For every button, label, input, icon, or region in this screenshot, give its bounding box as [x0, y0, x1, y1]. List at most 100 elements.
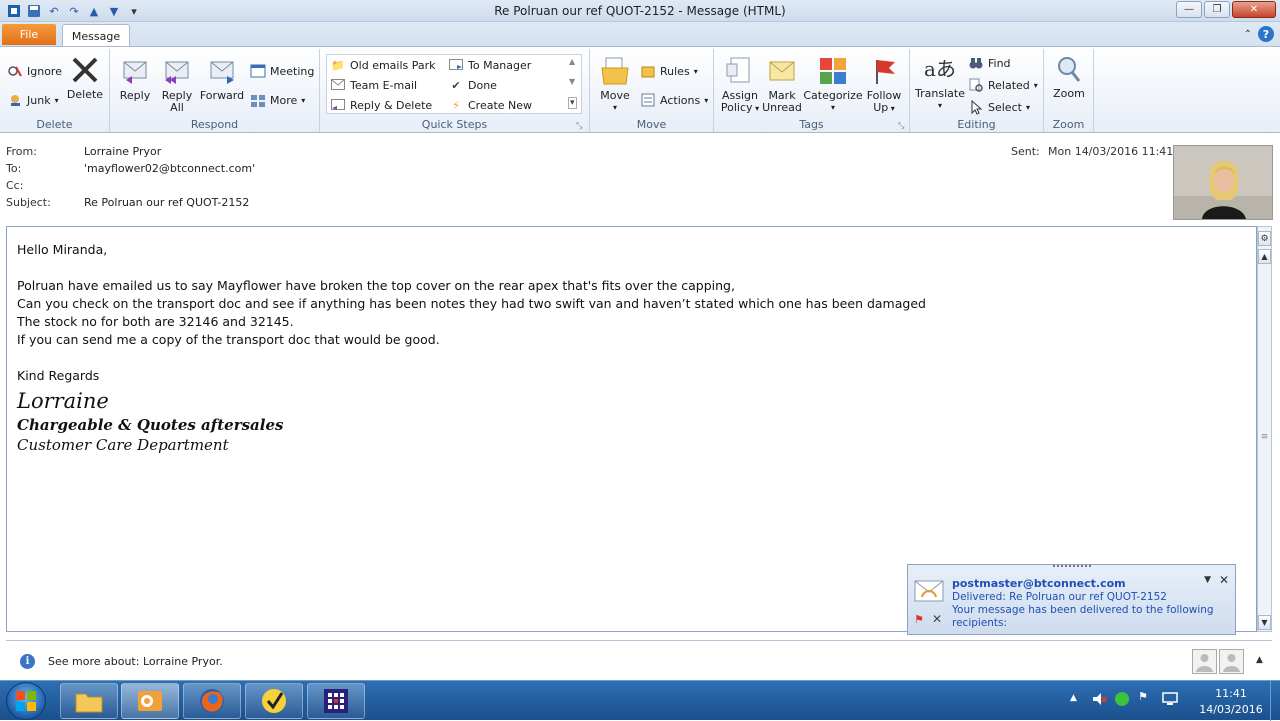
- reply-button[interactable]: Reply: [116, 55, 154, 102]
- delete-group-label: Delete: [36, 118, 73, 131]
- notification-delete-icon[interactable]: ✕: [932, 612, 942, 626]
- scroll-grip-icon: ≡: [1260, 431, 1269, 442]
- reply-delete-icon: [330, 97, 346, 113]
- taskbar-grid-app[interactable]: [307, 683, 365, 719]
- status-green-icon[interactable]: [1114, 691, 1130, 710]
- junk-icon: [7, 92, 23, 108]
- scroll-settings-icon[interactable]: ⚙: [1258, 231, 1271, 246]
- sent-value: Mon 14/03/2016 11:41: [1048, 145, 1174, 158]
- clock-date: 14/03/2016: [1199, 703, 1263, 716]
- system-clock[interactable]: 11:41 14/03/2016: [1196, 686, 1266, 718]
- folder-move-icon: 📁: [331, 58, 345, 72]
- title-bar: ↶ ↷ ▲ ▼ ▾ Re Polruan our ref QUOT-2152 -…: [0, 0, 1280, 22]
- to-label: To:: [6, 162, 22, 175]
- scroll-up-arrow[interactable]: ▲: [1258, 249, 1271, 264]
- translate-button[interactable]: aあ Translate ▾: [914, 53, 966, 112]
- expand-people-pane-icon[interactable]: ▲: [1256, 655, 1263, 665]
- grid-app-icon: [324, 689, 348, 713]
- forward-icon: [206, 55, 238, 87]
- binoculars-icon: [968, 55, 984, 71]
- more-icon: [250, 92, 266, 108]
- firefox-icon: [200, 689, 224, 713]
- quick-step-create-new[interactable]: ⚡ Create New: [448, 97, 532, 113]
- ignore-button[interactable]: Ignore: [7, 63, 62, 79]
- notification-options-icon[interactable]: ▼: [1204, 575, 1211, 585]
- categorize-button[interactable]: Categorize ▾: [803, 55, 863, 114]
- taskbar-tasks-app[interactable]: [245, 683, 303, 719]
- from-value[interactable]: Lorraine Pryor: [84, 145, 161, 158]
- help-icon[interactable]: ?: [1258, 26, 1274, 42]
- taskbar-explorer[interactable]: [60, 683, 118, 719]
- calendar-icon: [250, 63, 266, 79]
- delete-group: Ignore Junk ▾ Delete Delete: [0, 49, 110, 132]
- forward-button[interactable]: Forward: [200, 55, 244, 102]
- quick-step-done[interactable]: ✔ Done: [448, 77, 497, 93]
- ribbon: Ignore Junk ▾ Delete Delete Reply Reply A…: [0, 46, 1280, 133]
- action-center-flag-icon[interactable]: ⚑: [1138, 690, 1148, 703]
- quick-step-reply-delete[interactable]: Reply & Delete: [330, 97, 432, 113]
- tab-file[interactable]: File: [2, 24, 56, 45]
- rules-button[interactable]: Rules ▾: [640, 63, 698, 79]
- taskbar-outlook[interactable]: [121, 683, 179, 719]
- envelope-icon: [914, 577, 944, 606]
- quick-step-to-manager[interactable]: To Manager: [448, 57, 531, 73]
- flag-icon: [868, 55, 900, 87]
- collapse-ribbon-icon[interactable]: ⌃: [1244, 29, 1252, 40]
- junk-button[interactable]: Junk ▾: [7, 92, 59, 108]
- rules-icon: [640, 63, 656, 79]
- body-scrollbar[interactable]: ⚙ ▲ ≡ ▼: [1257, 226, 1272, 632]
- respond-group-label: Respond: [190, 118, 239, 131]
- quick-steps-scroll-down[interactable]: ▼: [569, 77, 575, 86]
- notification-close-icon[interactable]: ✕: [1219, 573, 1229, 587]
- message-header: From: Lorraine Pryor To: 'mayflower02@bt…: [0, 134, 1280, 222]
- taskbar-firefox[interactable]: [183, 683, 241, 719]
- minimize-button[interactable]: —: [1176, 1, 1202, 18]
- scroll-down-arrow[interactable]: ▼: [1258, 615, 1271, 630]
- windows-logo-icon: [16, 691, 36, 711]
- ribbon-tab-bar: File Message ⌃ ?: [0, 22, 1280, 47]
- move-button[interactable]: Move ▾: [596, 55, 634, 114]
- delivery-notification[interactable]: postmaster@btconnect.com Delivered: Re P…: [907, 564, 1236, 635]
- mark-unread-button[interactable]: Mark Unread: [762, 55, 802, 114]
- policy-icon: [724, 55, 756, 87]
- toast-grip[interactable]: [1053, 565, 1091, 570]
- signature-title: Chargeable & Quotes aftersales: [17, 416, 284, 434]
- quick-steps-expand[interactable]: ▾: [568, 97, 577, 109]
- close-button[interactable]: ✕: [1232, 1, 1276, 18]
- quick-steps-dialog-launcher[interactable]: ⤡: [576, 121, 582, 131]
- reply-all-icon: [161, 55, 193, 87]
- tags-dialog-launcher[interactable]: ⤡: [898, 121, 904, 131]
- more-respond-button[interactable]: More ▾: [250, 92, 305, 108]
- quick-steps-scroll-up[interactable]: ▲: [569, 57, 575, 66]
- quick-steps-group: 📁 Old emails Park Team E-mail Reply & Del…: [320, 49, 590, 132]
- show-desktop-button[interactable]: [1270, 681, 1280, 721]
- start-button[interactable]: [6, 682, 46, 720]
- tab-message[interactable]: Message: [62, 24, 130, 47]
- find-button[interactable]: Find: [968, 55, 1011, 71]
- delete-button[interactable]: Delete: [66, 54, 104, 101]
- related-button[interactable]: Related ▾: [968, 77, 1038, 93]
- to-value[interactable]: 'mayflower02@btconnect.com': [84, 162, 255, 175]
- assign-policy-button[interactable]: Assign Policy ▾: [718, 55, 762, 115]
- reply-all-button[interactable]: Reply All: [158, 55, 196, 114]
- contact-photo-icon[interactable]: [1219, 649, 1244, 674]
- subject-value: Re Polruan our ref QUOT-2152: [84, 196, 250, 209]
- contact-photo-icon[interactable]: [1192, 649, 1217, 674]
- quick-step-old-emails-park[interactable]: 📁 Old emails Park: [330, 57, 435, 73]
- follow-up-button[interactable]: Follow Up ▾: [864, 55, 904, 115]
- show-hidden-icons[interactable]: ▲: [1070, 693, 1077, 703]
- notification-flag-icon[interactable]: ⚑: [914, 613, 924, 626]
- body-line-3: The stock no for both are 32146 and 3214…: [17, 314, 294, 329]
- actions-button[interactable]: Actions ▾: [640, 92, 708, 108]
- greeting-text: Hello Miranda,: [17, 242, 108, 257]
- meeting-button[interactable]: Meeting: [250, 63, 314, 79]
- quick-step-team-email[interactable]: Team E-mail: [330, 77, 417, 93]
- volume-muted-icon[interactable]: [1091, 691, 1107, 710]
- magnifier-icon: [1053, 53, 1085, 85]
- restore-button[interactable]: ❐: [1204, 1, 1230, 18]
- people-pane-text[interactable]: See more about: Lorraine Pryor.: [48, 655, 223, 668]
- select-button[interactable]: Select ▾: [968, 99, 1030, 115]
- network-icon[interactable]: [1162, 691, 1180, 710]
- zoom-button[interactable]: Zoom: [1050, 53, 1088, 100]
